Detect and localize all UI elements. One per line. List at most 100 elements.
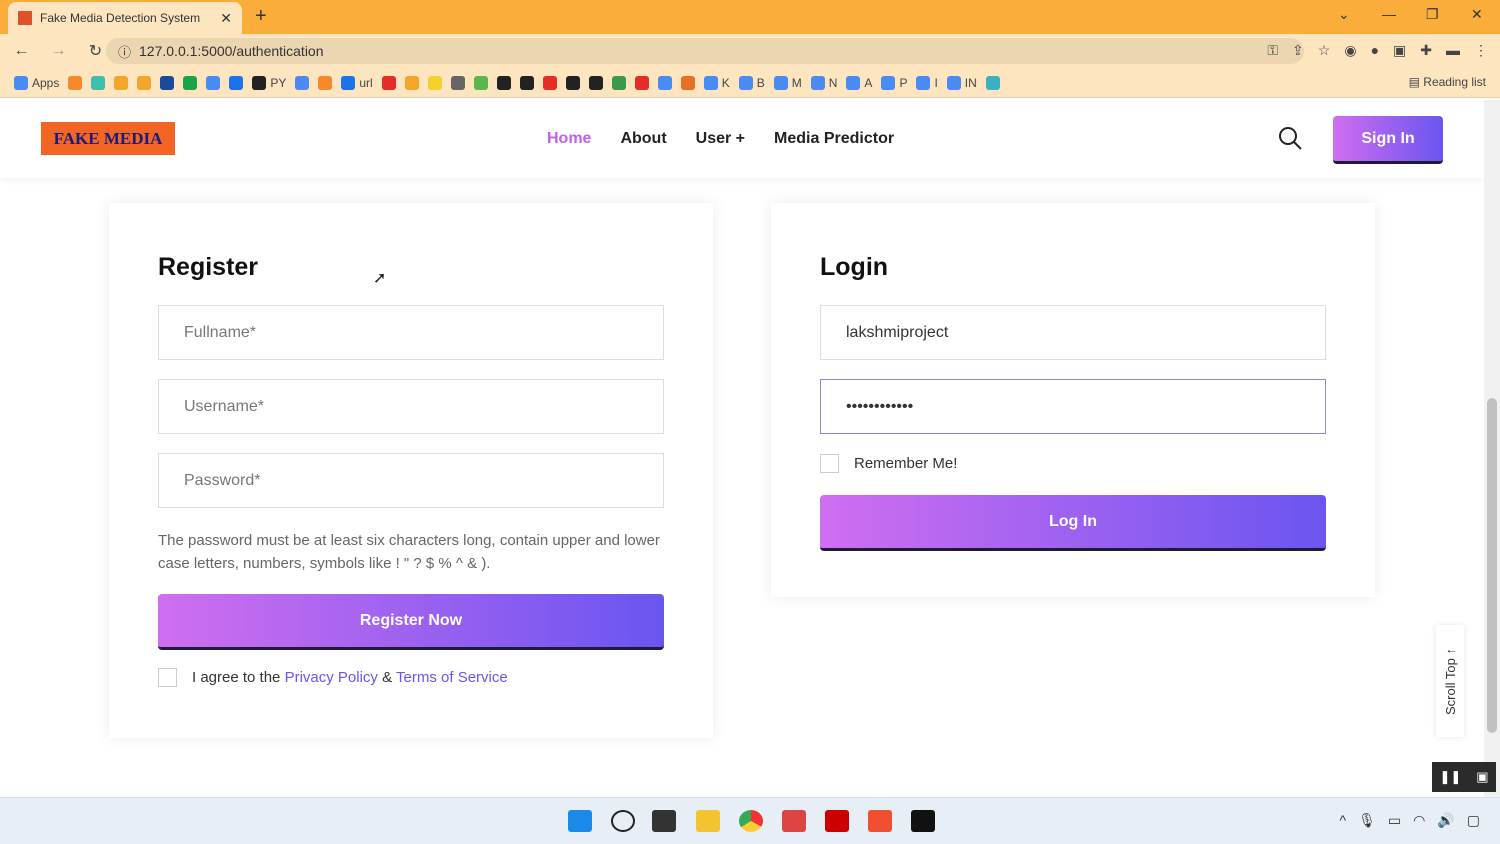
close-tab-icon[interactable]: ✕: [220, 10, 232, 27]
extension-icon[interactable]: ▬: [1446, 42, 1460, 59]
nav-home[interactable]: Home: [547, 130, 591, 148]
bookmark-item[interactable]: [183, 75, 198, 90]
bookmark-item[interactable]: [450, 75, 465, 90]
bookmark-item[interactable]: I: [916, 75, 938, 90]
task-view-icon[interactable]: [652, 810, 676, 832]
bookmark-item[interactable]: [404, 75, 419, 90]
address-bar[interactable]: ⓘ 127.0.0.1:5000/authentication: [106, 38, 1304, 64]
page: FAKE MEDIA Home About User + Media Predi…: [0, 100, 1484, 797]
back-icon[interactable]: ←: [6, 42, 37, 60]
bookmark-item[interactable]: Apps: [14, 75, 59, 90]
bookmark-item[interactable]: [381, 75, 396, 90]
agree-checkbox[interactable]: [158, 668, 177, 687]
restore-icon[interactable]: ❐: [1426, 6, 1439, 23]
bookmark-item[interactable]: [611, 75, 626, 90]
notifications-icon[interactable]: ▢: [1467, 812, 1480, 829]
scrollbar-thumb[interactable]: [1487, 398, 1497, 733]
pause-icon[interactable]: ❚❚: [1439, 769, 1461, 785]
nav-about[interactable]: About: [620, 130, 666, 148]
reading-list[interactable]: ▤ Reading list: [1409, 75, 1486, 89]
bookmark-item[interactable]: [542, 75, 557, 90]
battery-icon[interactable]: ▭: [1388, 812, 1401, 829]
forward-icon[interactable]: →: [43, 42, 74, 60]
bookmark-item[interactable]: K: [703, 75, 730, 90]
logo[interactable]: FAKE MEDIA: [41, 122, 175, 155]
key-icon[interactable]: ⚿: [1267, 42, 1278, 59]
bookmark-item[interactable]: IN: [946, 75, 977, 90]
profile-icon[interactable]: ●: [1371, 42, 1379, 59]
tab-search-icon[interactable]: ⌄: [1338, 6, 1350, 23]
minimize-icon[interactable]: —: [1382, 6, 1396, 22]
fullname-input[interactable]: Fullname*: [158, 305, 664, 360]
page-scrollbar[interactable]: [1484, 100, 1500, 797]
register-now-button[interactable]: Register Now: [158, 594, 664, 650]
puzzle-icon[interactable]: ✚: [1420, 42, 1432, 59]
acrobat-icon[interactable]: [825, 810, 849, 832]
sign-in-button[interactable]: Sign In: [1333, 116, 1443, 164]
close-window-icon[interactable]: ✕: [1471, 6, 1483, 23]
privacy-policy-link[interactable]: Privacy Policy: [285, 669, 378, 686]
bookmark-item[interactable]: [519, 75, 534, 90]
bookmark-item[interactable]: [565, 75, 580, 90]
bookmark-item[interactable]: [473, 75, 488, 90]
chrome-icon[interactable]: [739, 810, 763, 832]
microphone-icon[interactable]: 🎙: [1358, 812, 1376, 829]
bookmark-item[interactable]: [68, 75, 83, 90]
bookmark-item[interactable]: B: [738, 75, 765, 90]
windows-start-icon[interactable]: [568, 810, 592, 832]
bookmark-item[interactable]: [206, 75, 221, 90]
site-info-icon[interactable]: ⓘ: [118, 42, 131, 61]
wifi-icon[interactable]: ◠: [1413, 812, 1425, 829]
bookmark-item[interactable]: A: [846, 75, 872, 90]
bookmark-item[interactable]: [137, 75, 152, 90]
extension-icon[interactable]: ▣: [1393, 42, 1406, 59]
bookmark-item[interactable]: [427, 75, 442, 90]
bookmark-icon: [114, 75, 129, 90]
search-icon[interactable]: [1278, 126, 1302, 150]
bookmark-icon: [985, 75, 1000, 90]
bookmark-item[interactable]: PY: [252, 75, 286, 90]
bookmark-item[interactable]: [634, 75, 649, 90]
username-input[interactable]: Username*: [158, 379, 664, 434]
search-taskbar-icon[interactable]: [611, 810, 635, 832]
bookmark-item[interactable]: [680, 75, 695, 90]
bookmark-item[interactable]: url: [341, 75, 373, 90]
bookmark-item[interactable]: [657, 75, 672, 90]
app-s-icon[interactable]: [868, 810, 892, 832]
bookmark-star-icon[interactable]: ☆: [1318, 42, 1331, 59]
password-input[interactable]: Password*: [158, 453, 664, 508]
bookmark-item[interactable]: [114, 75, 129, 90]
bookmark-item[interactable]: [160, 75, 175, 90]
bookmark-item[interactable]: [295, 75, 310, 90]
bookmark-icon: [137, 75, 152, 90]
terms-link[interactable]: Terms of Service: [396, 669, 508, 686]
terminal-icon[interactable]: [911, 810, 935, 832]
bookmark-item[interactable]: [588, 75, 603, 90]
login-password-input[interactable]: ••••••••••••: [820, 379, 1326, 434]
app-icon[interactable]: [782, 810, 806, 832]
bookmark-item[interactable]: [496, 75, 511, 90]
nav-user[interactable]: User +: [696, 130, 745, 148]
bookmark-item[interactable]: M: [773, 75, 802, 90]
bookmark-icon: [318, 75, 333, 90]
extension-icon[interactable]: ◉: [1344, 42, 1356, 59]
bookmark-item[interactable]: N: [810, 75, 837, 90]
log-in-button[interactable]: Log In: [820, 495, 1326, 551]
remember-checkbox[interactable]: [820, 454, 839, 473]
nav-media-predictor[interactable]: Media Predictor: [774, 130, 894, 148]
new-tab-icon[interactable]: +: [255, 5, 267, 28]
bookmark-item[interactable]: [985, 75, 1000, 90]
bookmark-item[interactable]: [91, 75, 106, 90]
file-explorer-icon[interactable]: [696, 810, 720, 832]
scroll-top-button[interactable]: Scroll Top ↑: [1436, 625, 1464, 737]
menu-icon[interactable]: ⋮: [1474, 42, 1488, 59]
bookmark-item[interactable]: [318, 75, 333, 90]
pip-icon[interactable]: ▣: [1476, 769, 1488, 785]
bookmark-item[interactable]: [229, 75, 244, 90]
login-username-input[interactable]: lakshmiproject: [820, 305, 1326, 360]
volume-icon[interactable]: 🔊: [1437, 812, 1454, 829]
chevron-up-icon[interactable]: ^: [1340, 812, 1347, 829]
share-icon[interactable]: ⇪: [1292, 42, 1304, 59]
bookmark-item[interactable]: P: [881, 75, 907, 90]
browser-tab[interactable]: Fake Media Detection System ✕: [8, 2, 242, 34]
